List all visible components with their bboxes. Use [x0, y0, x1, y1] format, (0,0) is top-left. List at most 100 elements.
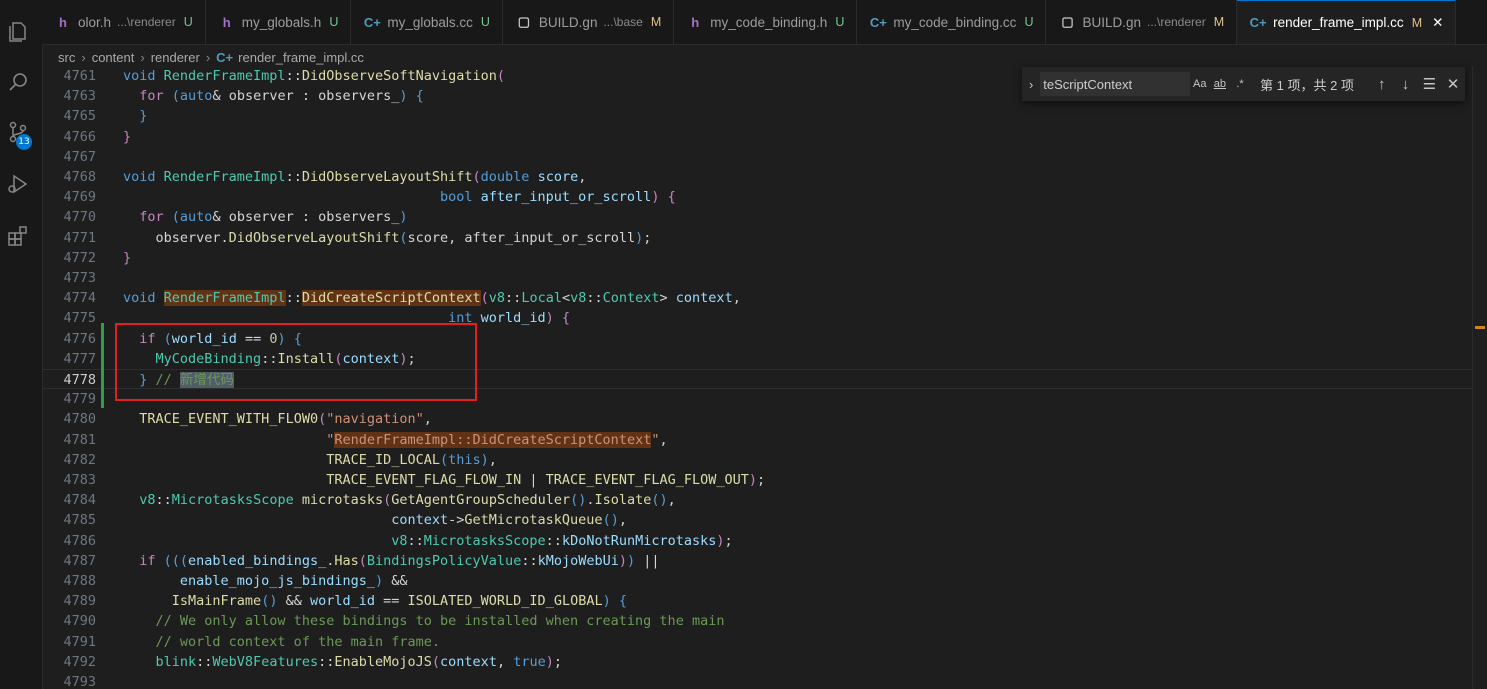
tab-git-status: U	[183, 15, 193, 29]
code-line[interactable]: 4790 // We only allow these bindings to …	[42, 611, 1487, 631]
next-match-icon[interactable]: ↓	[1394, 76, 1418, 93]
match-case-button[interactable]: Aa	[1190, 78, 1210, 90]
editor-scrollbar[interactable]	[1472, 66, 1487, 689]
code-token: )	[399, 209, 408, 226]
code-text: v8::MicrotasksScope microtasks(GetAgentG…	[123, 490, 676, 510]
cpp-file-icon: C+	[216, 49, 234, 65]
tab-7[interactable]: C+ render_frame_impl.cc M ✕	[1237, 0, 1457, 44]
regex-button[interactable]: .*	[1230, 78, 1250, 90]
scrollbar-find-marker	[1475, 326, 1485, 329]
code-line[interactable]: 4781 "RenderFrameImpl::DidCreateScriptCo…	[42, 430, 1487, 450]
code-line[interactable]: 4788 enable_mojo_js_bindings_) &&	[42, 571, 1487, 591]
code-line[interactable]: 4789 IsMainFrame() && world_id == ISOLAT…	[42, 591, 1487, 611]
code-token: )	[374, 573, 384, 589]
code-token: |	[521, 472, 546, 488]
breadcrumb-item-src[interactable]: src	[58, 50, 75, 65]
line-number: 4773	[63, 270, 96, 286]
close-icon[interactable]: ✕	[1441, 75, 1465, 93]
chevron-right-icon: ›	[205, 49, 211, 65]
code-text: for (auto& observer : observers_)	[123, 207, 408, 227]
tab-git-status: M	[1411, 15, 1423, 30]
explorer-icon[interactable]	[4, 18, 32, 46]
chevron-right-icon: ›	[81, 49, 86, 65]
tab-4[interactable]: h my_code_binding.h U	[674, 0, 858, 44]
close-tab-icon[interactable]: ✕	[1432, 15, 1443, 31]
code-token: <	[561, 290, 571, 307]
tab-label: my_code_binding.h	[710, 14, 828, 30]
tab-git-status: U	[1024, 15, 1034, 29]
code-token: ISOLATED_WORLD_ID_GLOBAL	[407, 593, 603, 610]
tab-0[interactable]: h olor.h ...\renderer U	[42, 0, 206, 44]
breadcrumb-item-renderer[interactable]: renderer	[151, 50, 200, 65]
code-token: RenderFrameImpl	[163, 68, 286, 84]
code-text: IsMainFrame() && world_id == ISOLATED_WO…	[123, 591, 627, 611]
run-debug-icon[interactable]	[4, 170, 32, 198]
code-line[interactable]: 4785 context->GetMicrotaskQueue(),	[42, 510, 1487, 530]
code-token: ,	[618, 512, 627, 529]
code-line[interactable]: 4784 v8::MicrotasksScope microtasks(GetA…	[42, 490, 1487, 510]
tab-2[interactable]: C+ my_globals.cc U	[351, 0, 503, 44]
code-line[interactable]: 4771 observer.DidObserveLayoutShift(scor…	[42, 228, 1487, 248]
code-token: v8	[139, 492, 156, 509]
code-token: (	[480, 290, 489, 307]
tab-6[interactable]: ▢ BUILD.gn ...\renderer M	[1046, 0, 1238, 44]
code-line[interactable]: 4768 void RenderFrameImpl::DidObserveLayo…	[42, 167, 1487, 187]
line-number: 4779	[63, 391, 96, 408]
tab-1[interactable]: h my_globals.h U	[206, 0, 352, 44]
code-token: RenderFrameImpl	[163, 290, 286, 307]
find-in-selection-icon[interactable]: ☰	[1417, 75, 1441, 93]
code-line[interactable]: 4767	[42, 147, 1487, 167]
breadcrumb-item-file[interactable]: render_frame_impl.cc	[238, 50, 364, 65]
line-number: 4792	[63, 653, 96, 670]
line-number: 4781	[63, 431, 96, 448]
code-line[interactable]: 4773	[42, 268, 1487, 288]
code-line[interactable]: 4766}	[42, 127, 1487, 147]
tab-3[interactable]: ▢ BUILD.gn ...\base M	[503, 0, 675, 44]
code-line[interactable]: 4765 }	[42, 106, 1487, 126]
code-line[interactable]: 4780 TRACE_EVENT_WITH_FLOW0("navigation"…	[42, 409, 1487, 429]
line-number: 4786	[63, 532, 96, 549]
code-token: .	[586, 492, 595, 509]
extensions-icon[interactable]	[4, 222, 32, 250]
code-line[interactable]: 4783 TRACE_EVENT_FLAG_FLOW_IN | TRACE_EV…	[42, 470, 1487, 490]
code-token: // We only allow these bindings to be in…	[155, 613, 725, 630]
code-token: for	[139, 209, 172, 226]
tab-5[interactable]: C+ my_code_binding.cc U	[857, 0, 1047, 44]
code-token: context	[675, 290, 733, 307]
code-line[interactable]: 4769 bool after_input_or_scroll) {	[42, 187, 1487, 207]
code-line[interactable]: 4786 v8::MicrotasksScope::kDoNotRunMicro…	[42, 531, 1487, 551]
whole-word-button[interactable]: ab	[1210, 78, 1230, 90]
tab-directory: ...\renderer	[1147, 15, 1206, 29]
code-line[interactable]: 4792 blink::WebV8Features::EnableMojoJS(…	[42, 652, 1487, 672]
code-line[interactable]: 4772}	[42, 248, 1487, 268]
header-file-icon: h	[691, 14, 700, 30]
code-token: }	[123, 249, 132, 266]
line-number: 4766	[63, 128, 96, 145]
code-token: ()	[602, 512, 619, 529]
code-line[interactable]: 4791 // world context of the main frame.	[42, 632, 1487, 652]
code-token: ,	[488, 451, 497, 468]
breadcrumb-item-content[interactable]: content	[92, 50, 135, 65]
code-token: )	[480, 451, 489, 468]
find-input[interactable]: teScriptContext	[1040, 72, 1190, 96]
previous-match-icon[interactable]: ↑	[1370, 76, 1394, 93]
toggle-replace-icon[interactable]: ›	[1022, 77, 1040, 92]
line-number: 4770	[63, 209, 96, 226]
code-token: ) {	[602, 593, 627, 610]
code-token: v8	[391, 532, 408, 549]
code-line[interactable]: 4793	[42, 672, 1487, 689]
search-icon[interactable]	[4, 68, 32, 96]
code-line[interactable]: 4782 TRACE_ID_LOCAL(this),	[42, 450, 1487, 470]
line-number: 4783	[63, 472, 96, 488]
code-token: (	[496, 68, 506, 84]
code-line[interactable]: 4774 void RenderFrameImpl::DidCreateScrip…	[42, 288, 1487, 308]
code-token: microtasks	[301, 492, 384, 509]
tab-git-status: M	[1213, 15, 1225, 29]
code-line[interactable]: 4787 if (((enabled_bindings_.Has(Binding…	[42, 551, 1487, 571]
code-line[interactable]: 4770 for (auto& observer : observers_)	[42, 207, 1487, 227]
